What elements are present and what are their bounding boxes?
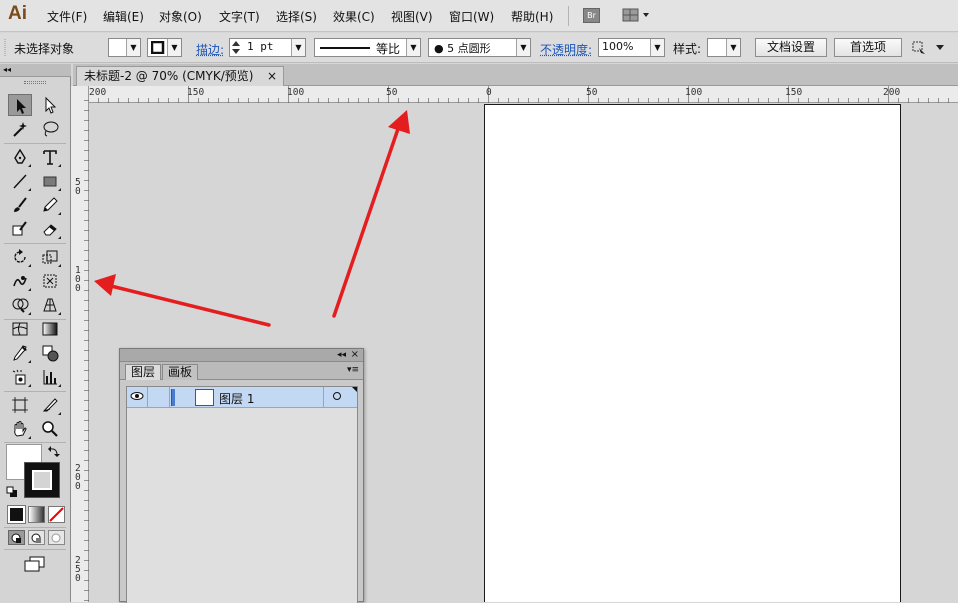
arrow-to-vertical-ruler <box>94 274 269 325</box>
arrow-to-horizontal-ruler <box>334 110 410 316</box>
arrow-shaft <box>334 126 399 316</box>
arrow-shaft <box>111 286 269 325</box>
annotation-arrows <box>0 0 958 602</box>
arrow-head <box>388 110 410 134</box>
arrow-head <box>94 274 116 296</box>
